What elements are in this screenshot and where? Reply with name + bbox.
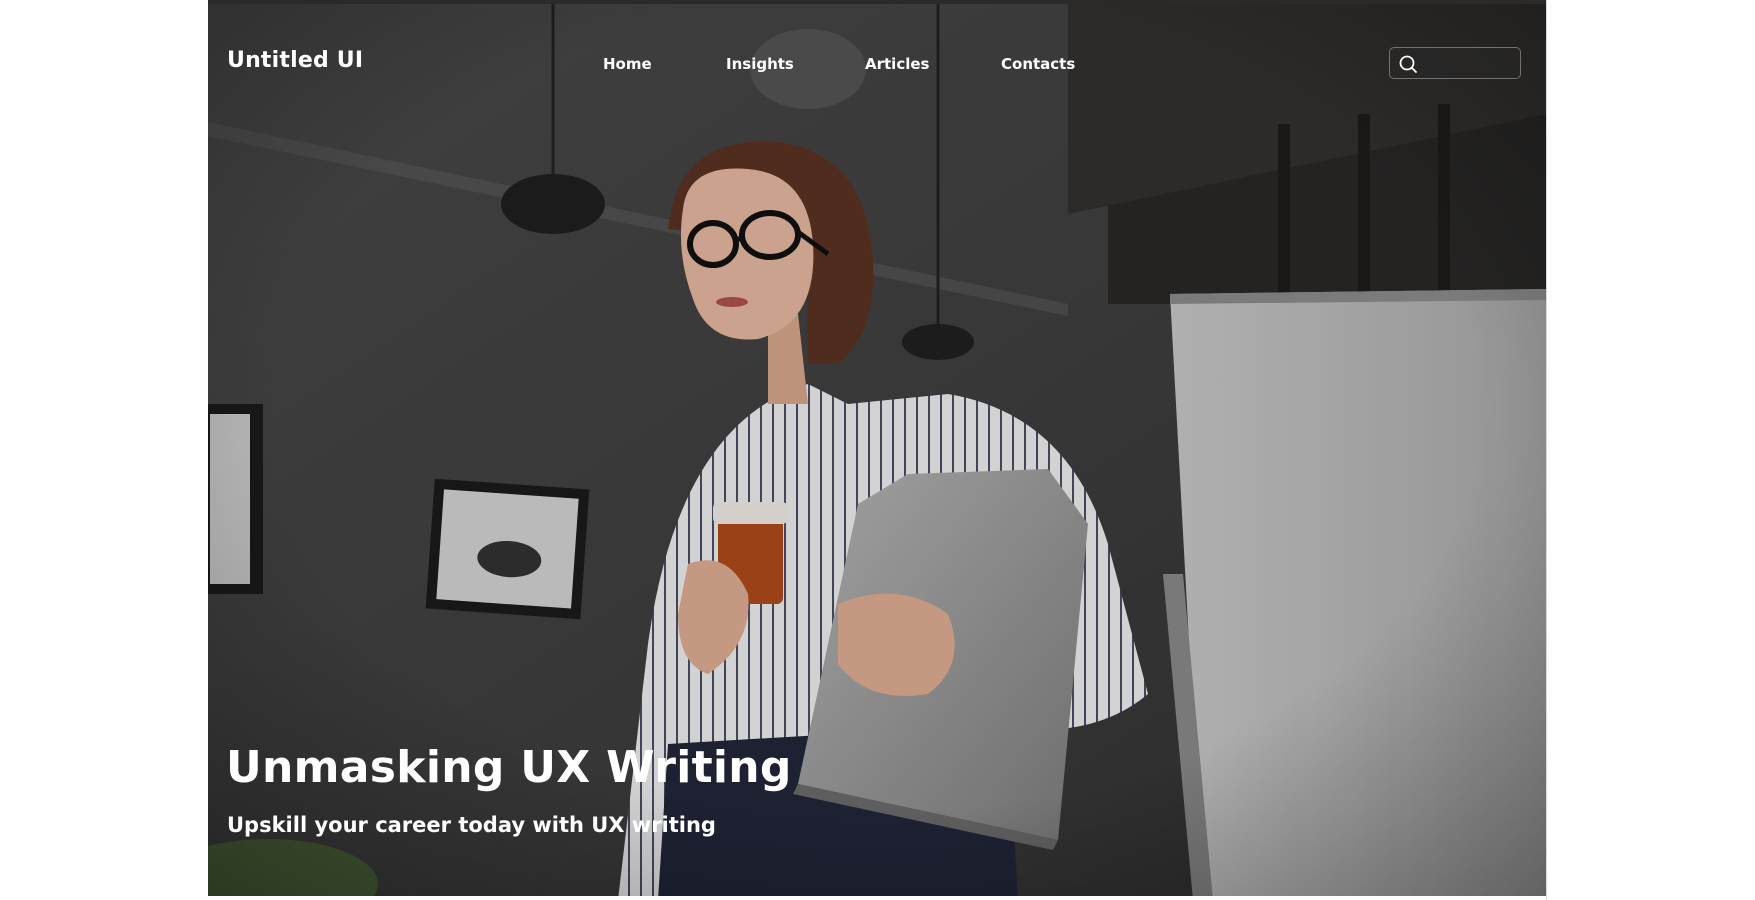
hero-subtitle: Upskill your career today with UX writin… (227, 813, 716, 837)
nav-insights[interactable]: Insights (726, 55, 794, 73)
nav-contacts[interactable]: Contacts (1001, 55, 1075, 73)
brand-logo[interactable]: Untitled UI (227, 48, 363, 73)
nav-home[interactable]: Home (603, 55, 652, 73)
search-input[interactable] (1422, 48, 1516, 78)
search-icon[interactable] (1398, 54, 1418, 74)
search-box[interactable] (1389, 47, 1521, 79)
hero-banner: Untitled UI Home Insights Articles Conta… (208, 0, 1547, 896)
top-navigation: Untitled UI Home Insights Articles Conta… (208, 4, 1547, 124)
hero-title: Unmasking UX Writing (226, 742, 792, 793)
page-divider (1546, 0, 1547, 900)
nav-articles[interactable]: Articles (865, 55, 929, 73)
